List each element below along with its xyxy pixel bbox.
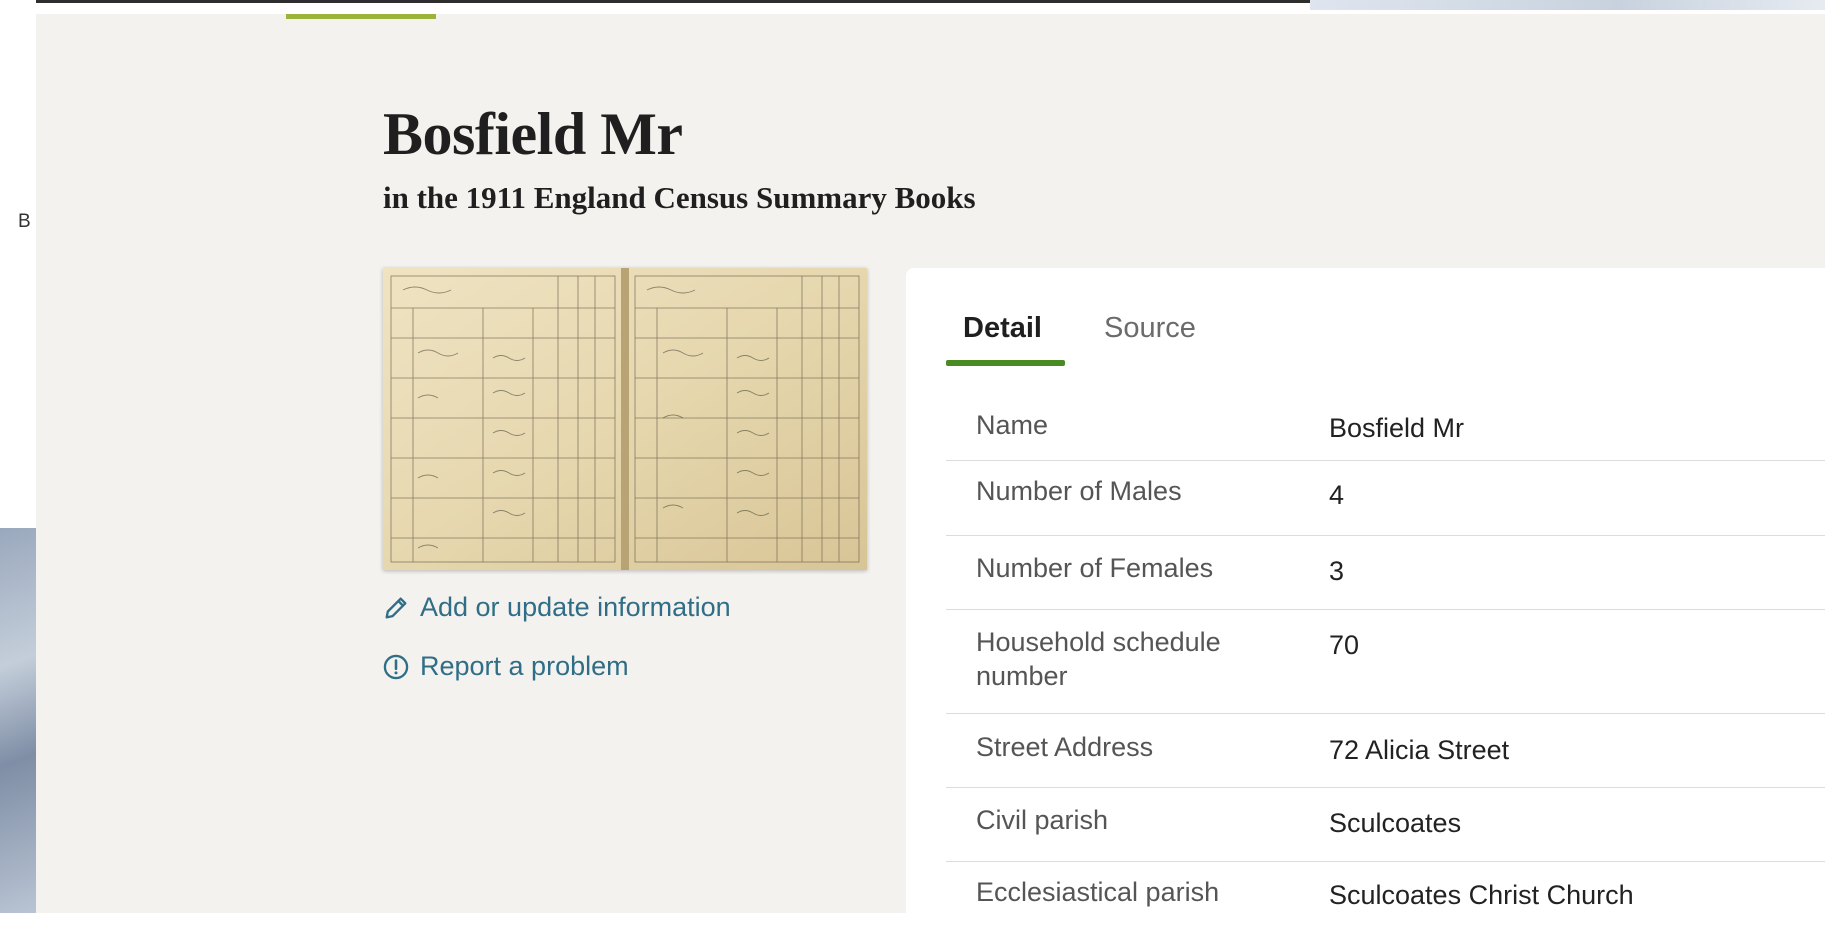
detail-label: Street Address [976,732,1154,762]
detail-value: 4 [1329,480,1345,510]
census-book-image [383,268,867,570]
detail-label: Number of Females [976,553,1214,583]
background-strip: B [0,0,36,913]
report-problem-label: Report a problem [420,651,629,681]
detail-row-females: Number of Females 3 [946,536,1825,610]
detail-label: Civil parish [976,805,1109,835]
detail-label: Name [976,410,1049,440]
detail-value: Sculcoates Christ Church [1329,880,1634,910]
pencil-icon [385,597,407,618]
tab-detail[interactable]: Detail [963,312,1042,345]
header-backdrop [1310,0,1825,10]
record-details-card: Detail Source Name Bosfield Mr Number of… [906,268,1825,913]
alert-circle-icon [383,654,409,679]
detail-value: 3 [1329,556,1345,586]
detail-label: Ecclesiastical parish [976,877,1220,907]
active-nav-indicator [286,14,436,19]
report-problem-link[interactable]: Report a problem [382,651,629,682]
detail-value: 72 Alicia Street [1329,735,1510,765]
top-border-line [0,0,1310,3]
detail-value: Sculcoates [1329,808,1462,838]
add-update-information-link[interactable]: Add or update information [382,592,731,623]
background-text: B [18,211,31,232]
detail-row-street: Street Address 72 Alicia Street [946,714,1825,788]
detail-value: 70 [1329,630,1360,660]
detail-row-schedule: Household schedule number 70 [946,610,1825,714]
detail-row-name: Name Bosfield Mr [946,388,1825,461]
add-update-information-label: Add or update information [420,592,731,622]
page-title: Bosfield Mr [383,101,683,167]
collection-subtitle: in the 1911 England Census Summary Books [383,180,976,215]
active-tab-indicator [946,360,1065,366]
tab-source[interactable]: Source [1104,312,1196,345]
detail-label: Household schedule number [976,627,1221,691]
detail-value: Bosfield Mr [1329,413,1465,443]
detail-row-ecclesiastical-parish: Ecclesiastical parish Sculcoates Christ … [946,862,1825,936]
details-tabs: Detail Source [906,268,1825,368]
detail-label: Number of Males [976,476,1182,506]
detail-row-males: Number of Males 4 [946,461,1825,536]
detail-row-civil-parish: Civil parish Sculcoates [946,788,1825,862]
background-image [0,528,36,913]
record-image-thumbnail[interactable] [383,268,867,570]
details-table: Name Bosfield Mr Number of Males 4 Numbe… [946,388,1825,936]
